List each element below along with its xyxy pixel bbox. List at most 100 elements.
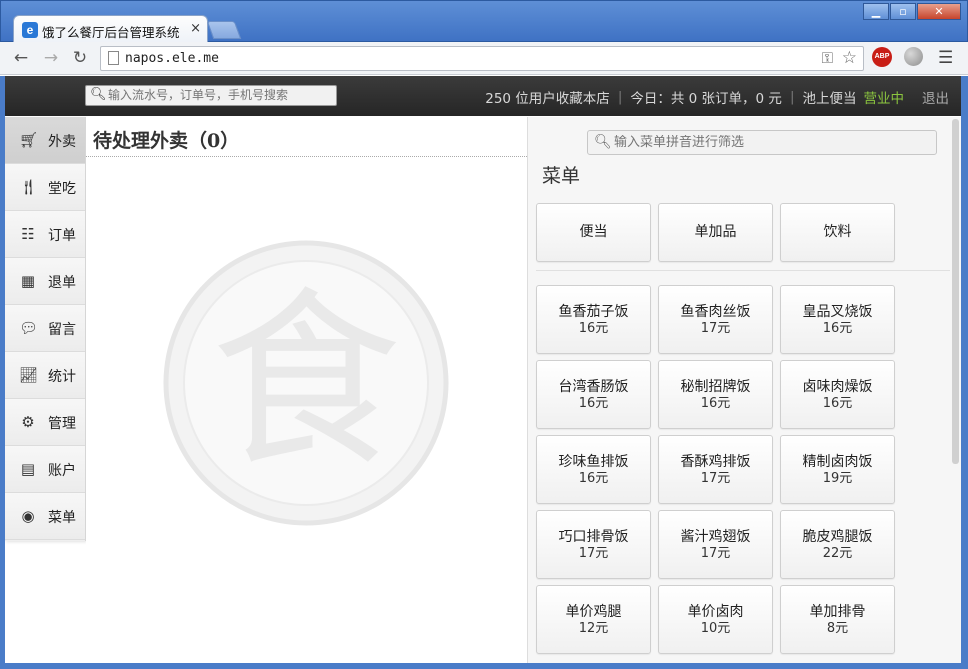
search-icon: 🔍︎ bbox=[90, 87, 107, 102]
sidebar-item-label: 菜单 bbox=[48, 510, 76, 526]
sidebar-item-manage[interactable]: ⚙ 管理 bbox=[5, 399, 85, 446]
globe-icon[interactable] bbox=[904, 47, 923, 66]
dish-button[interactable]: 珍味鱼排饭 16元 bbox=[536, 435, 651, 504]
sidebar-item-label: 管理 bbox=[48, 416, 76, 432]
dish-button[interactable]: 精制卤肉饭 19元 bbox=[780, 435, 895, 504]
menu-filter[interactable]: 🔍︎ bbox=[587, 130, 937, 155]
forward-arrow-icon[interactable]: → bbox=[40, 48, 62, 68]
key-icon[interactable]: ⚿ bbox=[822, 49, 833, 67]
sidebar-item-label: 订单 bbox=[48, 228, 76, 244]
dish-button[interactable]: 单价鸡腿 12元 bbox=[536, 585, 651, 654]
minimize-button[interactable]: ▁ bbox=[863, 3, 889, 20]
dish-price: 16元 bbox=[578, 470, 609, 486]
page-title: 待处理外卖（0） bbox=[93, 130, 240, 152]
close-window-button[interactable]: ✕ bbox=[917, 3, 961, 20]
reload-icon[interactable]: ↻ bbox=[69, 48, 91, 68]
dish-button[interactable]: 香酥鸡排饭 17元 bbox=[658, 435, 773, 504]
window-frame bbox=[0, 76, 5, 669]
sidebar-item-label: 账户 bbox=[48, 463, 76, 479]
comment-icon: 💬︎ bbox=[19, 319, 39, 337]
dish-price: 16元 bbox=[578, 320, 609, 336]
divider bbox=[536, 270, 950, 271]
url-text[interactable]: napos.ele.me bbox=[125, 51, 219, 66]
sidebar-nav: 🛒︎ 外卖 🍴︎ 堂吃 ☷ 订单 ▦ 退单 💬︎ 留言 📈︎ 统计 ⚙ 管理 ▤… bbox=[5, 117, 86, 541]
sidebar-item-refunds[interactable]: ▦ 退单 bbox=[5, 258, 85, 305]
dish-name: 鱼香肉丝饭 bbox=[680, 303, 751, 320]
separator: | bbox=[789, 89, 795, 105]
sidebar-item-label: 退单 bbox=[48, 275, 76, 291]
status-badge[interactable]: 营业中 bbox=[864, 87, 905, 107]
category-row: 便当 单加品 饮料 bbox=[536, 203, 902, 262]
dish-button[interactable]: 卤味肉燥饭 16元 bbox=[780, 360, 895, 429]
gear-icon: ⚙ bbox=[21, 413, 35, 431]
browser-tab[interactable]: e 饿了么餐厅后台管理系统 × bbox=[13, 15, 208, 43]
new-tab-button[interactable] bbox=[206, 21, 242, 39]
refund-icon: ▦ bbox=[20, 272, 36, 290]
sidebar-item-takeout[interactable]: 🛒︎ 外卖 bbox=[5, 117, 85, 164]
dish-price: 19元 bbox=[822, 470, 853, 486]
sidebar-item-orders[interactable]: ☷ 订单 bbox=[5, 211, 85, 258]
dish-name: 皇品叉烧饭 bbox=[802, 303, 873, 320]
dish-button[interactable]: 酱汁鸡翅饭 17元 bbox=[658, 510, 773, 579]
dish-name: 脆皮鸡腿饭 bbox=[802, 528, 873, 545]
window-frame bbox=[0, 663, 968, 669]
sidebar-item-label: 堂吃 bbox=[48, 181, 76, 197]
dish-button[interactable]: 单加排骨 8元 bbox=[780, 585, 895, 654]
sidebar-item-dinein[interactable]: 🍴︎ 堂吃 bbox=[5, 164, 85, 211]
adblock-icon[interactable]: ABP bbox=[872, 47, 892, 67]
dish-price: 16元 bbox=[822, 320, 853, 336]
dish-name: 珍味鱼排饭 bbox=[558, 453, 629, 470]
dish-name: 鱼香茄子饭 bbox=[558, 303, 629, 320]
menu-scrollbar[interactable] bbox=[952, 119, 959, 464]
dish-button[interactable]: 巧口排骨饭 17元 bbox=[536, 510, 651, 579]
dish-name: 卤味肉燥饭 bbox=[802, 378, 873, 395]
dish-name: 香酥鸡排饭 bbox=[680, 453, 751, 470]
dish-name: 单价鸡腿 bbox=[565, 603, 622, 620]
menu-filter-input[interactable] bbox=[614, 135, 930, 150]
category-button-bento[interactable]: 便当 bbox=[536, 203, 651, 262]
header-info: 250 位用户收藏本店 | 今日：共 0 张订单，0 元 | 池上便当 营业中 … bbox=[485, 87, 949, 107]
app-header: 🔍︎ 250 位用户收藏本店 | 今日：共 0 张订单，0 元 | 池上便当 营… bbox=[5, 76, 961, 116]
dish-button[interactable]: 秘制招牌饭 16元 bbox=[658, 360, 773, 429]
order-search-input[interactable] bbox=[108, 88, 332, 102]
category-button-addon[interactable]: 单加品 bbox=[658, 203, 773, 262]
list-icon: ☷ bbox=[21, 225, 35, 243]
dish-price: 10元 bbox=[700, 620, 731, 636]
dish-button[interactable]: 脆皮鸡腿饭 22元 bbox=[780, 510, 895, 579]
sidebar-item-account[interactable]: ▤ 账户 bbox=[5, 446, 85, 493]
dish-grid: 鱼香茄子饭 16元 鱼香肉丝饭 17元 皇品叉烧饭 16元 台湾香肠饭 16元 秘制招牌… bbox=[536, 285, 895, 654]
dish-button[interactable]: 台湾香肠饭 16元 bbox=[536, 360, 651, 429]
dish-price: 12元 bbox=[578, 620, 609, 636]
menu-panel: 🔍︎ 菜单 便当 单加品 饮料 鱼香茄子饭16元 鱼香肉丝饭17元 皇品叉烧饭1… bbox=[527, 117, 961, 669]
close-tab-icon[interactable]: × bbox=[190, 21, 201, 36]
dish-name: 单加排骨 bbox=[809, 603, 866, 620]
bookmark-star-icon[interactable]: ☆ bbox=[842, 48, 857, 68]
browser-titlebar: e 饿了么餐厅后台管理系统 × ▁ ▫ ✕ bbox=[0, 0, 968, 43]
dish-button[interactable]: 皇品叉烧饭 16元 bbox=[780, 285, 895, 354]
order-search[interactable]: 🔍︎ bbox=[85, 85, 337, 106]
hamburger-menu-icon[interactable]: ☰ bbox=[938, 48, 953, 68]
dish-name: 酱汁鸡翅饭 bbox=[680, 528, 751, 545]
address-bar[interactable]: napos.ele.me ⚿ ☆ bbox=[100, 46, 864, 71]
dish-name: 台湾香肠饭 bbox=[558, 378, 629, 395]
dish-button[interactable]: 单价卤肉 10元 bbox=[658, 585, 773, 654]
maximize-button[interactable]: ▫ bbox=[890, 3, 916, 20]
dish-price: 16元 bbox=[822, 395, 853, 411]
browser-toolbar: ← → ↻ napos.ele.me ⚿ ☆ ABP ☰ bbox=[0, 42, 968, 75]
back-arrow-icon[interactable]: ← bbox=[10, 48, 32, 68]
chart-icon: 📈︎ bbox=[19, 366, 39, 384]
pending-orders-panel: 待处理外卖（0） 食 bbox=[86, 117, 527, 669]
ie-favicon-icon: e bbox=[22, 22, 38, 38]
sidebar-item-label: 统计 bbox=[48, 369, 76, 385]
sidebar-item-stats[interactable]: 📈︎ 统计 bbox=[5, 352, 85, 399]
sidebar-item-menu[interactable]: ◉ 菜单 bbox=[5, 493, 85, 540]
page-icon bbox=[108, 51, 119, 65]
dish-button[interactable]: 鱼香肉丝饭 17元 bbox=[658, 285, 773, 354]
category-button-drinks[interactable]: 饮料 bbox=[780, 203, 895, 262]
sidebar-item-messages[interactable]: 💬︎ 留言 bbox=[5, 305, 85, 352]
sidebar-item-label: 外卖 bbox=[48, 134, 76, 150]
dish-button[interactable]: 鱼香茄子饭 16元 bbox=[536, 285, 651, 354]
today-summary: 今日：共 0 张订单，0 元 bbox=[630, 91, 782, 107]
dish-name: 巧口排骨饭 bbox=[558, 528, 629, 545]
logout-link[interactable]: 退出 bbox=[922, 87, 949, 107]
